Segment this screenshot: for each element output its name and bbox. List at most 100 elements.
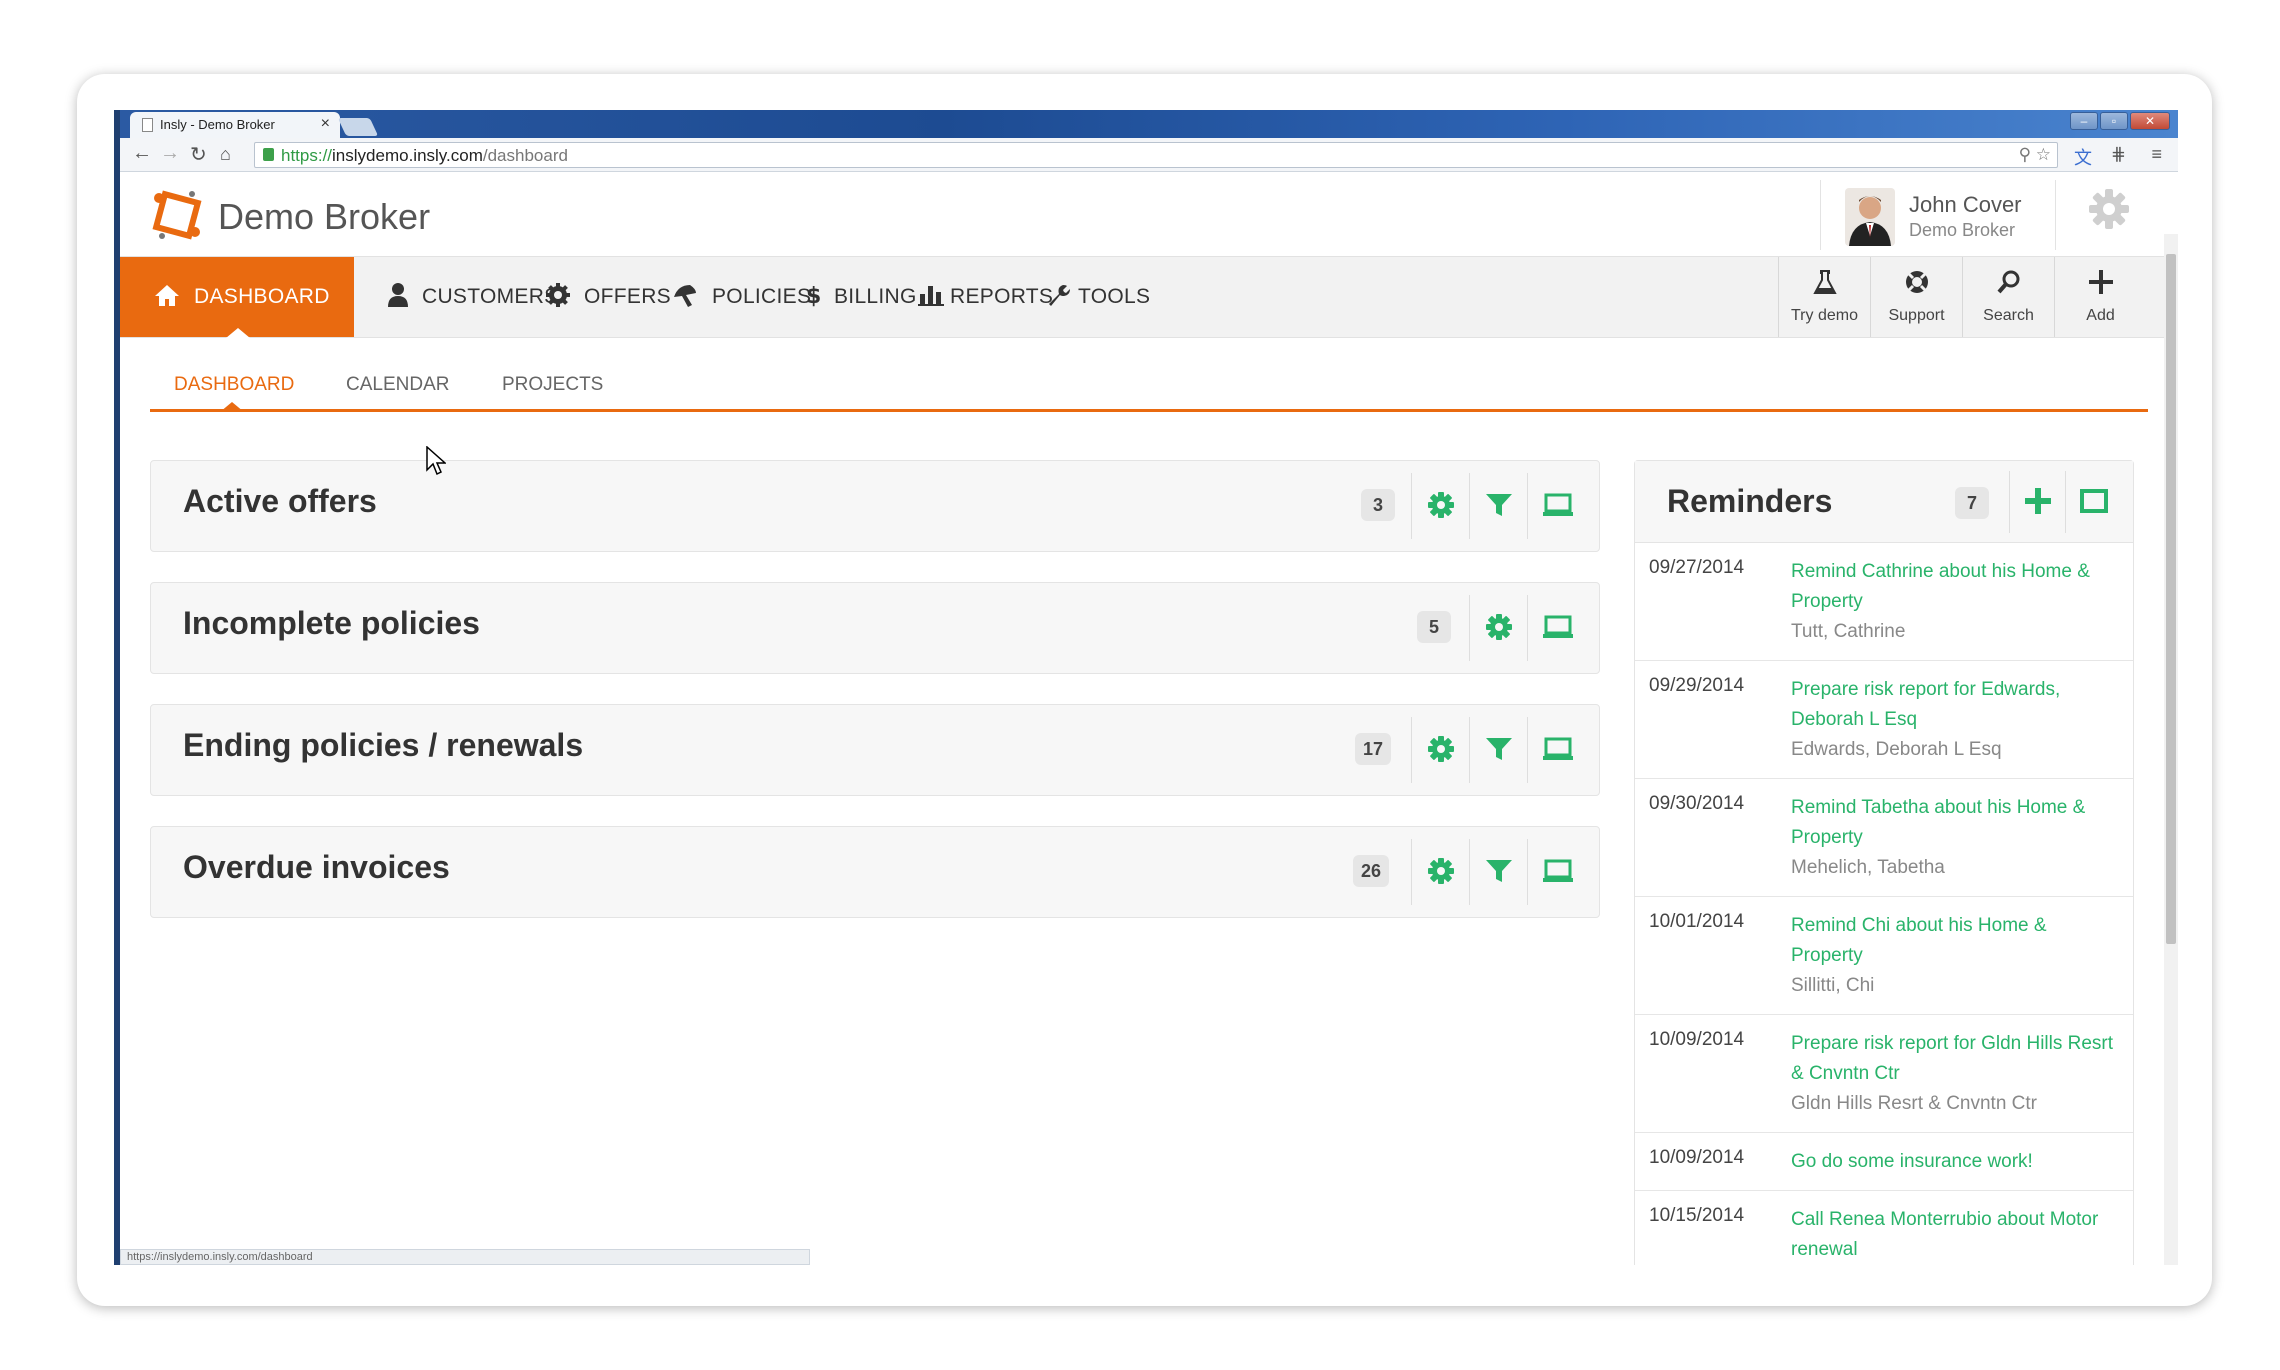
search-icon — [1997, 270, 2020, 294]
address-bar[interactable]: https://inslydemo.insly.com/dashboard ⚲ … — [254, 142, 2058, 168]
nav-billing[interactable]: $ BILLING — [806, 257, 917, 337]
add-button[interactable]: Add — [2054, 257, 2146, 337]
url-scheme: https:// — [281, 146, 333, 165]
widget-settings-button[interactable] — [1469, 595, 1527, 661]
try-demo-button[interactable]: Try demo — [1778, 257, 1870, 337]
reminder-link[interactable]: Remind Tabetha about his Home & Property — [1791, 797, 2085, 848]
reminder-row[interactable]: 09/30/2014 Remind Tabetha about his Home … — [1635, 779, 2133, 897]
subtab-dashboard[interactable]: DASHBOARD — [174, 374, 294, 396]
nav-offers[interactable]: OFFERS — [546, 257, 671, 337]
user-name: John Cover — [1909, 192, 2022, 217]
widget-filter-button[interactable] — [1469, 839, 1527, 905]
insly-logo-icon[interactable] — [148, 186, 206, 244]
search-button[interactable]: Search — [1962, 257, 2054, 337]
home-browser-icon[interactable]: ⌂ — [220, 144, 231, 165]
nav-reports[interactable]: REPORTS — [918, 257, 1053, 337]
active-caret — [226, 328, 250, 338]
reminder-link[interactable]: Prepare risk report for Edwards, Deborah… — [1791, 679, 2060, 730]
settings-gear-icon[interactable] — [2086, 186, 2132, 232]
nav-billing-label: BILLING — [834, 285, 917, 308]
filter-icon — [1486, 494, 1512, 516]
reminder-link[interactable]: Go do some insurance work! — [1791, 1151, 2033, 1172]
reminder-text-block: Remind Chi about his Home & Property Sill… — [1791, 911, 2121, 1001]
tab-close-icon[interactable]: × — [321, 115, 330, 133]
widget-incomplete-policies: Incomplete policies 5 — [150, 582, 1600, 674]
bar-chart-icon — [918, 286, 944, 307]
translate-icon[interactable]: 文 — [2074, 144, 2092, 170]
nav-offers-label: OFFERS — [584, 285, 671, 308]
user-organization: Demo Broker — [1909, 220, 2016, 240]
widget-maximize-button[interactable] — [1527, 839, 1585, 905]
user-profile[interactable]: John Cover Demo Broker — [1820, 180, 2056, 250]
reminder-link[interactable]: Call Renea Monterrubio about Motor renew… — [1791, 1209, 2098, 1260]
nav-policies[interactable]: POLICIES — [672, 257, 811, 337]
reload-icon[interactable]: ↻ — [190, 142, 207, 167]
browser-status-bar: https://inslydemo.insly.com/dashboard — [120, 1249, 810, 1265]
zoom-star-icons[interactable]: ⚲ ☆ — [2019, 145, 2051, 165]
widget-maximize-button[interactable] — [1527, 595, 1585, 661]
reminders-maximize-button[interactable] — [2065, 471, 2121, 533]
widget-settings-button[interactable] — [1411, 473, 1469, 539]
app-root: Demo Broker John Cover Demo Broker DASHB… — [120, 172, 2178, 1265]
page-scrollbar[interactable] — [2164, 234, 2178, 1265]
nav-dashboard[interactable]: DASHBOARD — [120, 257, 354, 338]
sub-navigation: DASHBOARD CALENDAR PROJECTS — [150, 372, 2148, 412]
plus-icon — [2025, 488, 2051, 514]
widget-title: Overdue invoices — [183, 849, 450, 885]
reminder-row[interactable]: 10/15/2014 Call Renea Monterrubio about M… — [1635, 1191, 2133, 1265]
forward-icon[interactable]: → — [160, 142, 180, 165]
gear-icon — [1428, 492, 1454, 518]
menu-icon[interactable]: ≡ — [2151, 144, 2162, 165]
reminder-link[interactable]: Remind Cathrine about his Home & Propert… — [1791, 561, 2090, 612]
new-tab-button[interactable] — [337, 118, 379, 136]
widget-filter-button[interactable] — [1469, 717, 1527, 783]
plus-icon — [2089, 270, 2113, 294]
widget-settings-button[interactable] — [1411, 717, 1469, 783]
add-reminder-button[interactable] — [2009, 471, 2063, 533]
flask-icon — [1813, 270, 1837, 294]
laptop-icon — [1543, 737, 1573, 760]
reminders-header: Reminders 7 — [1635, 461, 2133, 543]
window-controls: – ▫ ✕ — [2070, 112, 2170, 130]
apps-icon[interactable]: ⋕ — [2111, 144, 2126, 165]
reminder-text-block: Remind Cathrine about his Home & Propert… — [1791, 557, 2121, 647]
nav-tools-label: TOOLS — [1078, 285, 1151, 308]
reminder-row[interactable]: 09/27/2014 Remind Cathrine about his Home… — [1635, 543, 2133, 661]
scrollbar-thumb[interactable] — [2166, 254, 2176, 944]
browser-tab[interactable]: Insly - Demo Broker × — [130, 112, 340, 138]
nav-customers[interactable]: CUSTOMERS — [388, 257, 559, 337]
close-window-icon[interactable]: ✕ — [2130, 112, 2170, 130]
dollar-icon: $ — [806, 284, 821, 309]
wrench-icon — [1049, 285, 1070, 307]
widget-filter-button[interactable] — [1469, 473, 1527, 539]
subtab-calendar[interactable]: CALENDAR — [346, 374, 449, 396]
widget-maximize-button[interactable] — [1527, 473, 1585, 539]
reminder-date: 10/09/2014 — [1649, 1147, 1745, 1168]
laptop-icon — [1543, 859, 1573, 882]
maximize-icon[interactable]: ▫ — [2100, 112, 2128, 130]
reminder-date: 10/09/2014 — [1649, 1029, 1745, 1050]
filter-icon — [1486, 860, 1512, 882]
nav-tools[interactable]: TOOLS — [1046, 257, 1150, 337]
reminder-row[interactable]: 10/09/2014 Prepare risk report for Gldn H… — [1635, 1015, 2133, 1133]
support-label: Support — [1888, 307, 1945, 324]
support-button[interactable]: Support — [1870, 257, 1962, 337]
reminder-row[interactable]: 09/29/2014 Prepare risk report for Edward… — [1635, 661, 2133, 779]
minimize-icon[interactable]: – — [2070, 112, 2098, 130]
reminder-link[interactable]: Remind Chi about his Home & Property — [1791, 915, 2047, 966]
reminder-customer: Edwards, Deborah L Esq — [1791, 739, 2002, 760]
reminder-row[interactable]: 10/01/2014 Remind Chi about his Home & Pr… — [1635, 897, 2133, 1015]
back-icon[interactable]: ← — [132, 142, 152, 165]
subtab-caret — [220, 402, 244, 412]
reminder-text-block: Go do some insurance work! — [1791, 1147, 2121, 1177]
home-icon — [155, 285, 179, 307]
reminder-link[interactable]: Prepare risk report for Gldn Hills Resrt… — [1791, 1033, 2113, 1084]
url-path: /dashboard — [482, 146, 568, 165]
reminder-text-block: Prepare risk report for Gldn Hills Resrt… — [1791, 1029, 2121, 1119]
subtab-projects[interactable]: PROJECTS — [502, 374, 603, 396]
widget-settings-button[interactable] — [1411, 839, 1469, 905]
browser-window: Insly - Demo Broker × – ▫ ✕ ← → ↻ ⌂ http… — [114, 110, 2178, 1265]
reminder-row[interactable]: 10/09/2014 Go do some insurance work! — [1635, 1133, 2133, 1191]
reminder-customer: Tutt, Cathrine — [1791, 621, 1906, 642]
widget-maximize-button[interactable] — [1527, 717, 1585, 783]
